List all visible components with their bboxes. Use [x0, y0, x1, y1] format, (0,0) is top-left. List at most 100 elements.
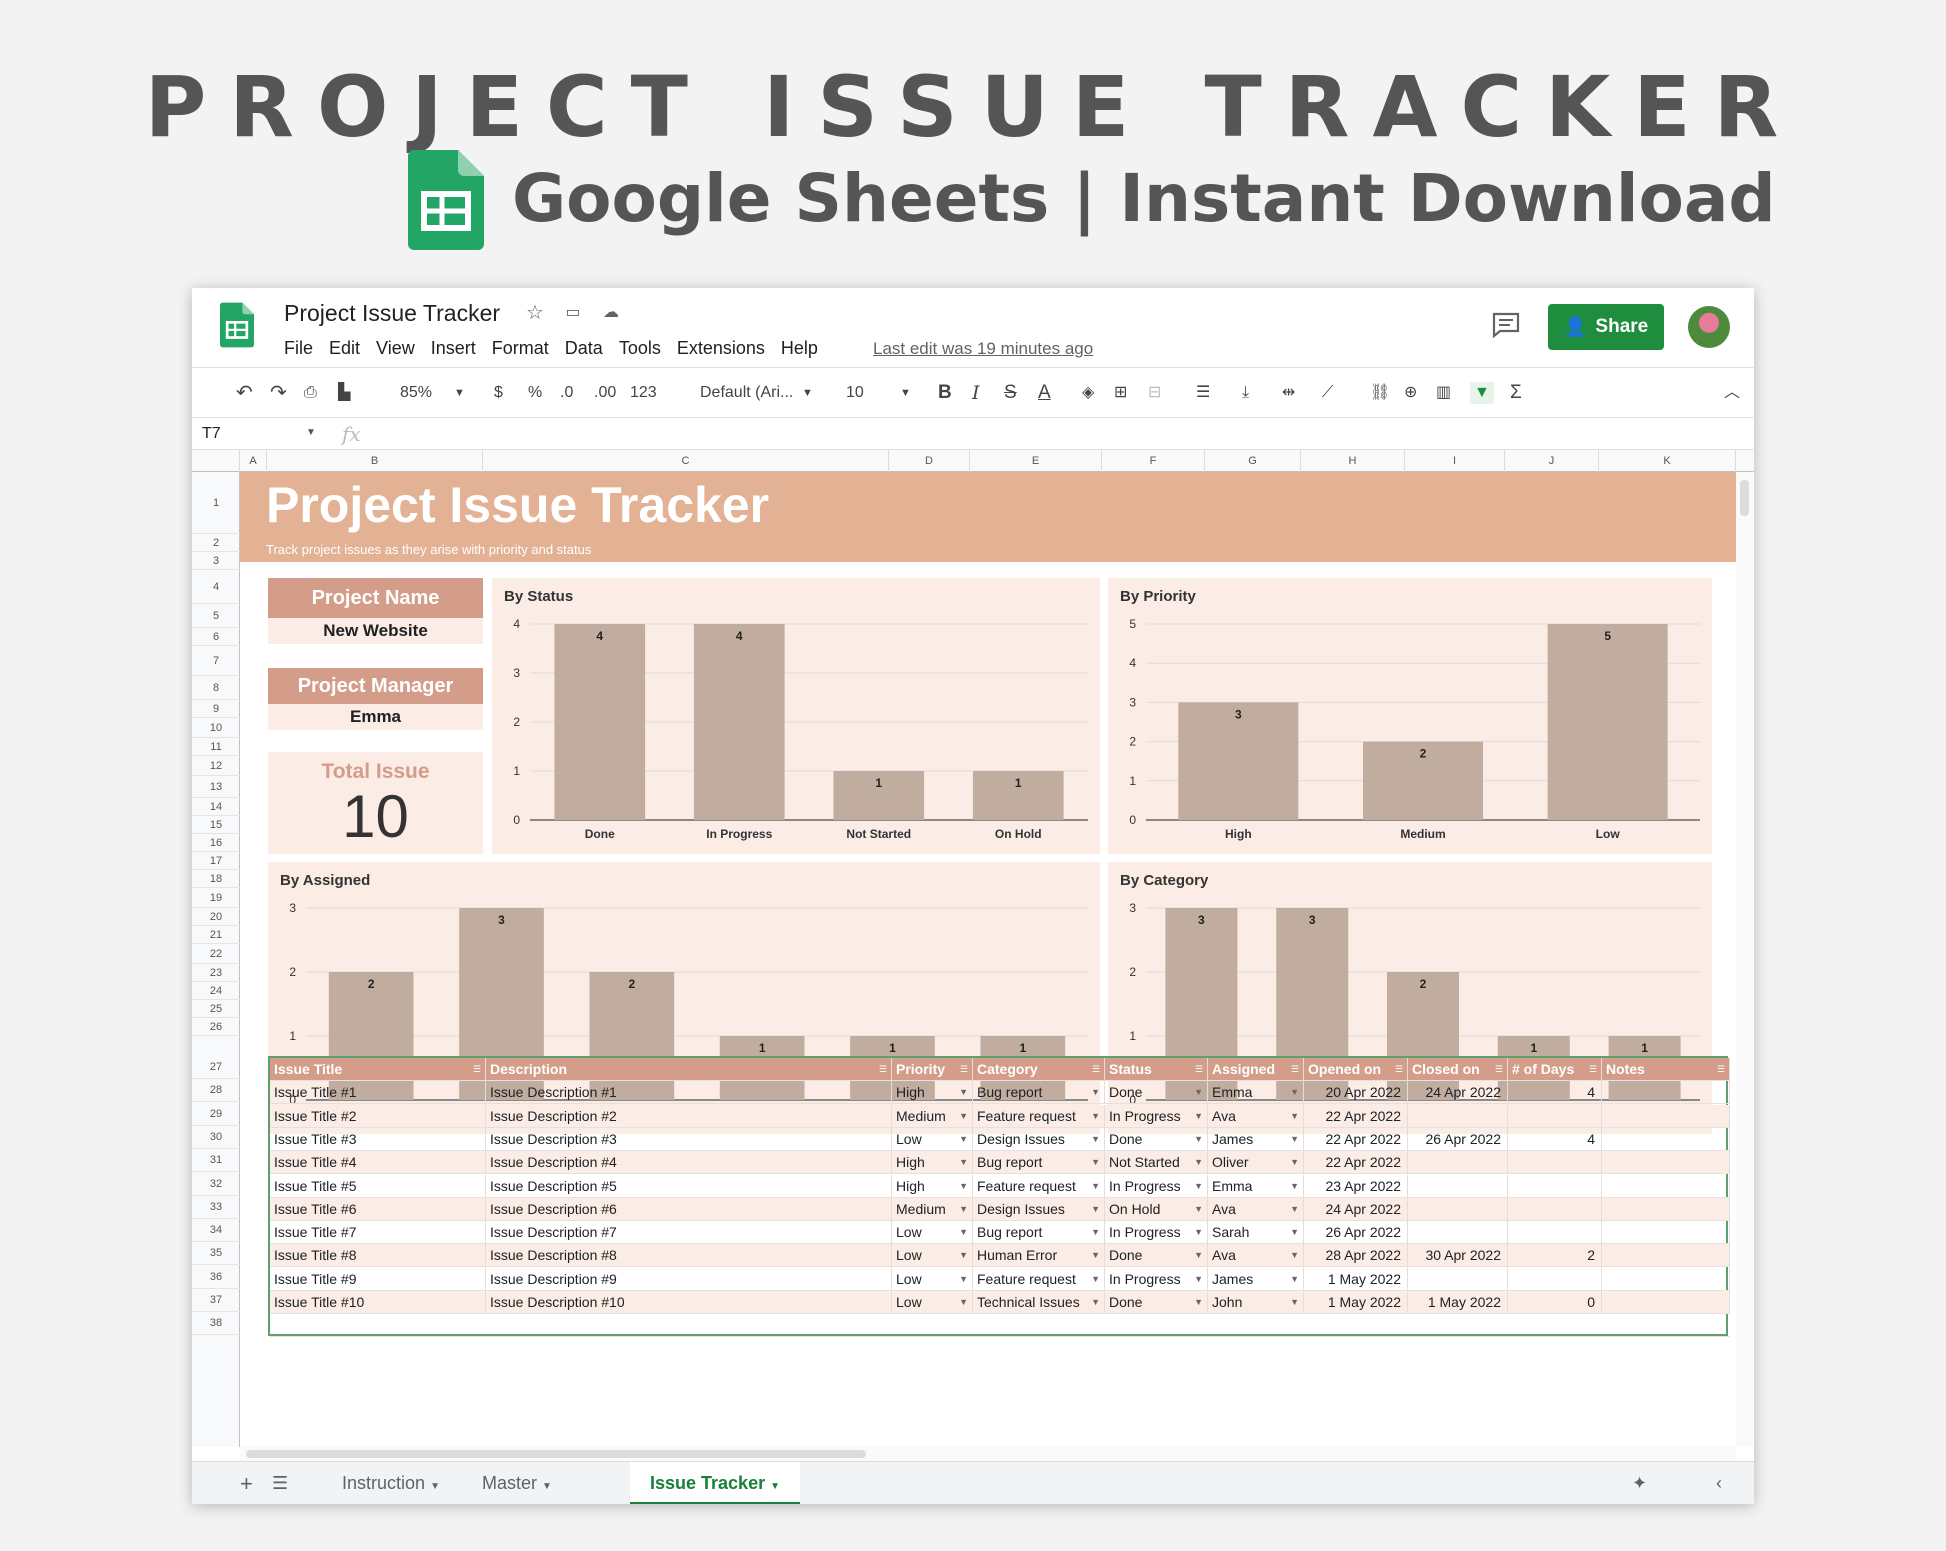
table-cell[interactable]: Issue Title #10: [270, 1291, 486, 1314]
font-select[interactable]: Default (Ari...: [700, 382, 793, 404]
tab-master[interactable]: Master ▼: [462, 1462, 572, 1504]
table-cell[interactable]: In Progress ▼: [1105, 1221, 1208, 1245]
table-cell[interactable]: 23 Apr 2022: [1304, 1174, 1408, 1198]
row-header-2[interactable]: 2: [192, 534, 240, 552]
table-cell[interactable]: Emma ▼: [1208, 1174, 1304, 1198]
table-cell[interactable]: Feature request ▼: [973, 1267, 1105, 1291]
col-header-j[interactable]: J: [1505, 450, 1599, 472]
table-cell[interactable]: [1602, 1221, 1730, 1245]
dropdown-chevron-icon[interactable]: ▼: [1194, 1198, 1203, 1221]
table-cell[interactable]: 22 Apr 2022: [1304, 1151, 1408, 1175]
table-cell[interactable]: In Progress ▼: [1105, 1174, 1208, 1198]
row-header-27[interactable]: 27: [192, 1056, 240, 1079]
dropdown-chevron-icon[interactable]: ▼: [1194, 1175, 1203, 1198]
column-filter-icon[interactable]: ☰: [879, 1058, 887, 1081]
table-cell[interactable]: Bug report ▼: [973, 1081, 1105, 1105]
table-cell[interactable]: Issue Description #3: [486, 1127, 892, 1151]
table-cell[interactable]: [1602, 1244, 1730, 1268]
collapse-toolbar-icon[interactable]: ︿: [1724, 382, 1740, 404]
vertical-scrollbar[interactable]: [1736, 472, 1754, 1447]
dropdown-chevron-icon[interactable]: ▼: [1194, 1244, 1203, 1267]
column-filter-icon[interactable]: ☰: [1395, 1058, 1403, 1081]
col-header-h[interactable]: H: [1301, 450, 1405, 472]
row-header-8[interactable]: 8: [192, 676, 240, 700]
col-header-f[interactable]: F: [1102, 450, 1205, 472]
dropdown-chevron-icon[interactable]: ▼: [959, 1291, 968, 1314]
row-header-6[interactable]: 6: [192, 628, 240, 646]
table-cell[interactable]: [1408, 1221, 1508, 1245]
col-header-g[interactable]: G: [1205, 450, 1301, 472]
dropdown-chevron-icon[interactable]: ▼: [1290, 1268, 1299, 1291]
table-cell[interactable]: Issue Description #10: [486, 1291, 892, 1314]
row-header-18[interactable]: 18: [192, 870, 240, 888]
table-cell[interactable]: Medium ▼: [892, 1197, 973, 1221]
row-header-9[interactable]: 9: [192, 700, 240, 718]
dropdown-chevron-icon[interactable]: ▼: [1194, 1221, 1203, 1244]
table-cell[interactable]: Issue Description #2: [486, 1104, 892, 1128]
row-header-14[interactable]: 14: [192, 798, 240, 816]
avatar[interactable]: [1688, 306, 1730, 348]
table-cell[interactable]: 28 Apr 2022: [1304, 1244, 1408, 1268]
row-header-29[interactable]: 29: [192, 1103, 240, 1126]
row-header-17[interactable]: 17: [192, 852, 240, 870]
table-cell[interactable]: [1408, 1197, 1508, 1221]
row-header-35[interactable]: 35: [192, 1242, 240, 1266]
row-header-7[interactable]: 7: [192, 646, 240, 676]
dropdown-chevron-icon[interactable]: ▼: [959, 1151, 968, 1174]
table-cell[interactable]: Issue Description #8: [486, 1244, 892, 1268]
share-button[interactable]: 👤 Share: [1548, 304, 1664, 350]
table-cell[interactable]: Issue Title #8: [270, 1244, 486, 1268]
menu-data[interactable]: Data: [565, 338, 603, 359]
tab-dropdown-icon[interactable]: ▼: [542, 1481, 552, 1492]
row-header-11[interactable]: 11: [192, 738, 240, 756]
column-filter-icon[interactable]: ☰: [1092, 1058, 1100, 1081]
table-cell[interactable]: High ▼: [892, 1151, 973, 1175]
horizontal-scrollbar[interactable]: [240, 1447, 1736, 1461]
row-header-23[interactable]: 23: [192, 964, 240, 982]
project-name-value[interactable]: New Website: [268, 618, 483, 644]
dropdown-chevron-icon[interactable]: ▼: [1194, 1081, 1203, 1104]
row-header-28[interactable]: 28: [192, 1079, 240, 1103]
text-color-icon[interactable]: A: [1038, 382, 1051, 404]
table-cell[interactable]: Human Error ▼: [973, 1244, 1105, 1268]
dropdown-chevron-icon[interactable]: ▼: [959, 1221, 968, 1244]
fill-color-icon[interactable]: ◈: [1082, 382, 1094, 404]
print-icon[interactable]: ⎙: [304, 382, 317, 404]
table-cell[interactable]: 26 Apr 2022: [1304, 1221, 1408, 1245]
chart-by-status[interactable]: By Status 0 1 2 3 4 4 Done 4 In Progress 1 Not Star…: [492, 578, 1100, 854]
dropdown-chevron-icon[interactable]: ▼: [959, 1198, 968, 1221]
col-header-b[interactable]: B: [267, 450, 483, 472]
document-title[interactable]: Project Issue Tracker: [284, 300, 500, 327]
column-filter-icon[interactable]: ☰: [1291, 1058, 1299, 1081]
row-header-33[interactable]: 33: [192, 1196, 240, 1219]
dropdown-chevron-icon[interactable]: ▼: [959, 1105, 968, 1128]
table-cell[interactable]: 1 May 2022: [1408, 1291, 1508, 1314]
col-header-e[interactable]: E: [970, 450, 1102, 472]
move-folder-icon[interactable]: ▭: [562, 302, 584, 324]
table-cell[interactable]: 4: [1508, 1081, 1602, 1105]
insert-link-icon[interactable]: ⛓: [1370, 382, 1390, 404]
dropdown-chevron-icon[interactable]: ▼: [1091, 1291, 1100, 1314]
row-header-25[interactable]: 25: [192, 1000, 240, 1018]
table-cell[interactable]: Issue Title #9: [270, 1267, 486, 1291]
table-cell[interactable]: In Progress ▼: [1105, 1267, 1208, 1291]
dropdown-chevron-icon[interactable]: ▼: [1194, 1151, 1203, 1174]
table-cell[interactable]: Issue Description #1: [486, 1081, 892, 1105]
dropdown-chevron-icon[interactable]: ▼: [1091, 1244, 1100, 1267]
table-cell[interactable]: Bug report ▼: [973, 1151, 1105, 1175]
table-cell[interactable]: Ava ▼: [1208, 1104, 1304, 1128]
row-header-13[interactable]: 13: [192, 776, 240, 798]
text-rotate-icon[interactable]: ⟋: [1322, 382, 1333, 404]
align-icon[interactable]: ☰: [1196, 382, 1210, 404]
col-header-c[interactable]: C: [483, 450, 889, 472]
row-header-5[interactable]: 5: [192, 604, 240, 628]
table-cell[interactable]: 24 Apr 2022: [1304, 1197, 1408, 1221]
row-header-4[interactable]: 4: [192, 570, 240, 604]
table-cell[interactable]: [1508, 1197, 1602, 1221]
dropdown-chevron-icon[interactable]: ▼: [1091, 1198, 1100, 1221]
size-dropdown-icon[interactable]: ▼: [900, 382, 911, 404]
table-cell[interactable]: Done ▼: [1105, 1127, 1208, 1151]
table-cell[interactable]: Issue Title #7: [270, 1221, 486, 1245]
more-formats-button[interactable]: 123: [630, 382, 657, 404]
row-header-22[interactable]: 22: [192, 944, 240, 964]
